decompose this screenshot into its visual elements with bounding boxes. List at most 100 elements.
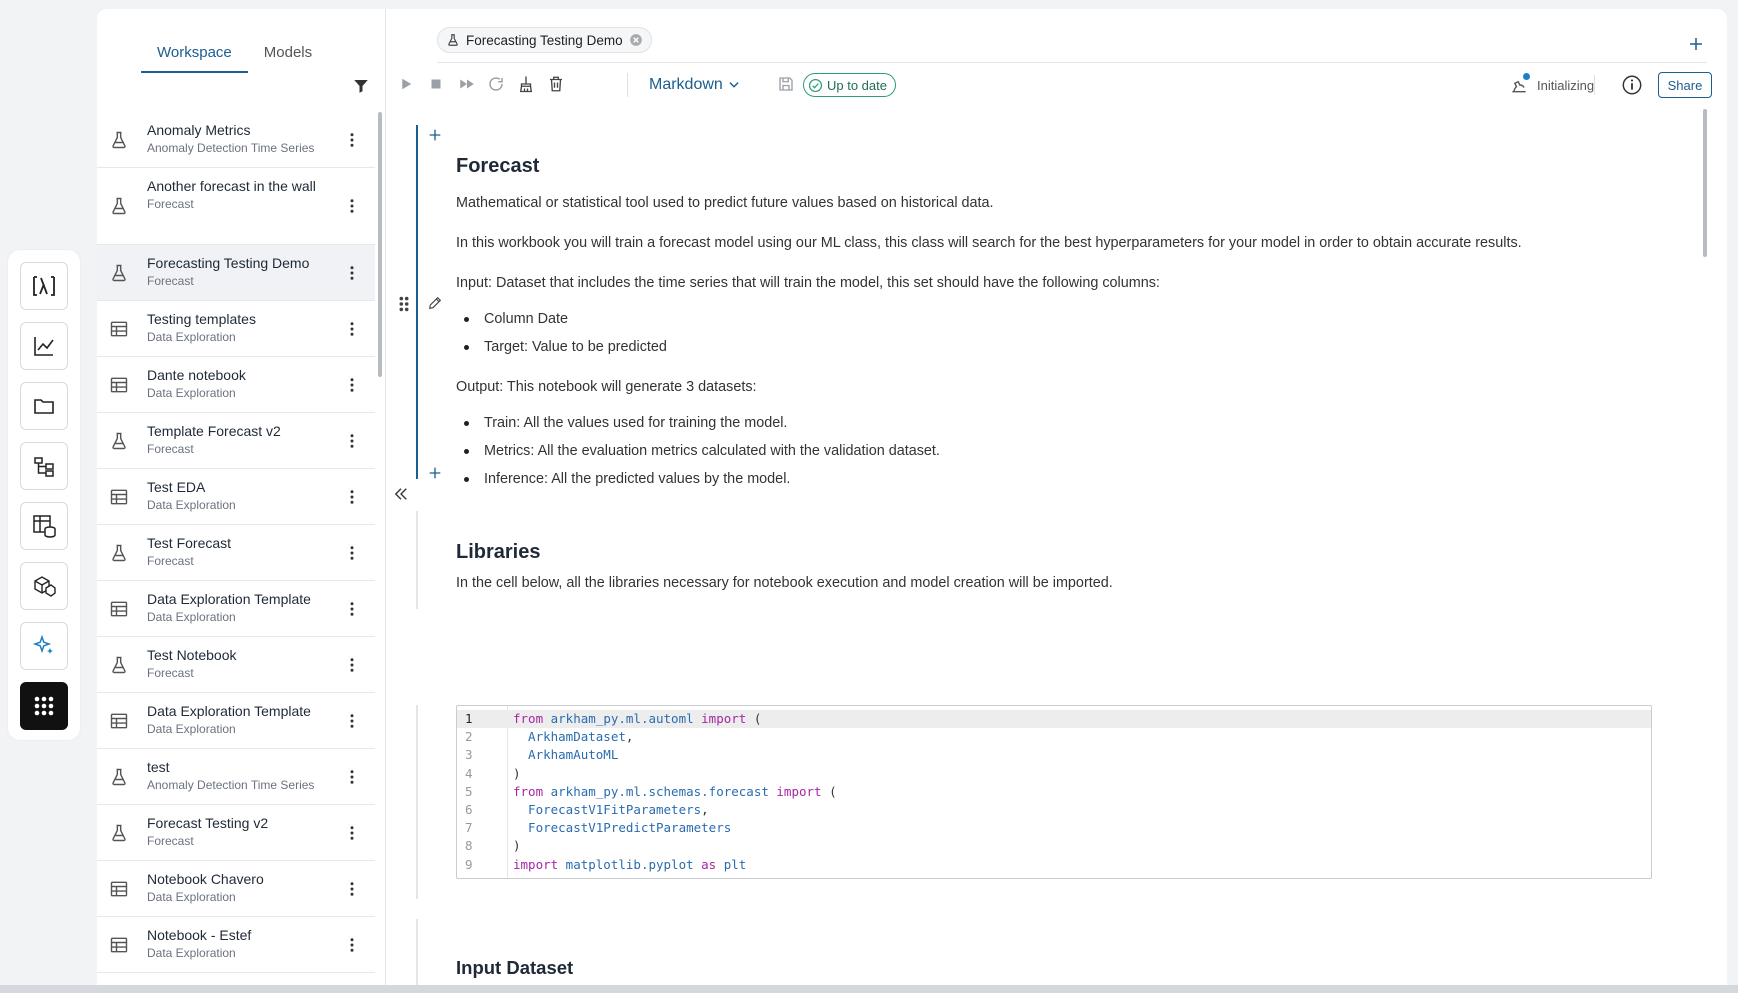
list-item[interactable]: Template Forecast v2 Forecast bbox=[97, 413, 375, 469]
list-item-text: Testing templates Data Exploration bbox=[147, 309, 327, 345]
sparkle-icon[interactable] bbox=[20, 622, 68, 670]
more-options-icon[interactable] bbox=[343, 131, 361, 149]
list-item[interactable]: Anomaly Metrics Anomaly Detection Time Se… bbox=[97, 112, 375, 168]
list-item[interactable]: Test Notebook Forecast bbox=[97, 637, 375, 693]
cubes-icon[interactable] bbox=[20, 562, 68, 610]
more-options-icon[interactable] bbox=[343, 656, 361, 674]
list-item-subtitle: Forecast bbox=[147, 834, 194, 848]
list-item-subtitle: Data Exploration bbox=[147, 722, 236, 736]
list-item[interactable]: Dante notebook Data Exploration bbox=[97, 357, 375, 413]
more-options-icon[interactable] bbox=[343, 376, 361, 394]
table-icon bbox=[109, 319, 129, 339]
more-options-icon[interactable] bbox=[343, 936, 361, 954]
list-item-title: Another forecast in the wall bbox=[147, 178, 316, 194]
status-badge: Up to date bbox=[803, 73, 896, 97]
list-item[interactable]: test Anomaly Detection Time Series bbox=[97, 749, 375, 805]
list-item-subtitle: Data Exploration bbox=[147, 330, 236, 344]
list-item[interactable]: Test Forecast Forecast bbox=[97, 525, 375, 581]
grid-dots-icon[interactable] bbox=[20, 682, 68, 730]
edit-pencil-icon[interactable] bbox=[427, 295, 445, 313]
input-dataset-heading: Input Dataset bbox=[456, 957, 574, 978]
list-item-subtitle: Forecast bbox=[147, 197, 194, 211]
cell-type-select[interactable]: Markdown bbox=[649, 73, 741, 97]
notebook-tab[interactable]: Forecasting Testing Demo bbox=[437, 27, 652, 53]
list-item[interactable]: Data Exploration Template Data Exploratio… bbox=[97, 693, 375, 749]
line-number: 1 bbox=[465, 711, 473, 726]
list-item[interactable]: Another forecast in the wall Forecast bbox=[97, 168, 375, 245]
list-item-subtitle: Forecast bbox=[147, 274, 194, 288]
more-options-icon[interactable] bbox=[343, 768, 361, 786]
list-item-subtitle: Data Exploration bbox=[147, 386, 236, 400]
sidebar-scrollbar[interactable] bbox=[378, 112, 382, 377]
list-item-text: test Anomaly Detection Time Series bbox=[147, 757, 327, 793]
stop-icon[interactable] bbox=[427, 75, 447, 95]
code-line: 2 ArkhamDataset, bbox=[457, 728, 1651, 746]
run-all-icon[interactable] bbox=[457, 75, 477, 95]
run-icon[interactable] bbox=[397, 75, 417, 95]
drag-handle-icon[interactable] bbox=[397, 295, 415, 313]
filter-icon[interactable] bbox=[352, 77, 372, 97]
markdown-cell-forecast[interactable]: Forecast Mathematical or statistical too… bbox=[456, 153, 1636, 497]
info-icon[interactable] bbox=[1621, 74, 1643, 96]
tab-workspace[interactable]: Workspace bbox=[141, 33, 248, 73]
more-options-icon[interactable] bbox=[343, 432, 361, 450]
kernel-status-text: Initializing bbox=[1537, 77, 1595, 93]
save-icon[interactable] bbox=[777, 75, 797, 95]
list-item-text: Test Notebook Forecast bbox=[147, 645, 327, 681]
clean-broom-icon[interactable] bbox=[517, 75, 537, 95]
libraries-paragraph: In the cell below, all the libraries nec… bbox=[456, 575, 1113, 591]
list-item[interactable]: Forecast Testing v2 Forecast bbox=[97, 805, 375, 861]
code-line: 1 from arkham_py.ml.automl import ( bbox=[457, 710, 1651, 729]
new-tab-plus-icon[interactable] bbox=[1687, 35, 1705, 53]
list-item[interactable]: Testing templates Data Exploration bbox=[97, 301, 375, 357]
more-options-icon[interactable] bbox=[343, 600, 361, 618]
list-item-title: Forecasting Testing Demo bbox=[147, 255, 310, 271]
status-text: Up to date bbox=[827, 77, 887, 93]
list-item-text: Forecast Testing v2 Forecast bbox=[147, 813, 327, 849]
restart-icon[interactable] bbox=[487, 75, 507, 95]
list-item[interactable]: Forecasting Testing Demo Forecast bbox=[97, 245, 375, 301]
flask-icon bbox=[109, 543, 129, 563]
table-icon bbox=[109, 711, 129, 731]
folder-icon[interactable] bbox=[20, 382, 68, 430]
add-cell-below-icon[interactable] bbox=[427, 465, 445, 483]
list-item[interactable]: Notebook - Estef Data Exploration bbox=[97, 917, 375, 973]
forecast-paragraph-1: Mathematical or statistical tool used to… bbox=[456, 195, 994, 211]
line-chart-icon[interactable] bbox=[20, 322, 68, 370]
line-number: 3 bbox=[465, 747, 473, 763]
share-button[interactable]: Share bbox=[1658, 72, 1712, 98]
delete-icon[interactable] bbox=[547, 75, 567, 95]
lambda-logo-icon[interactable] bbox=[20, 262, 68, 310]
markdown-cell-input-dataset[interactable]: Input Dataset bbox=[456, 955, 1636, 981]
more-options-icon[interactable] bbox=[343, 320, 361, 338]
code-line: 4) bbox=[457, 765, 1651, 783]
line-number: 9 bbox=[465, 856, 473, 872]
content-scrollbar[interactable] bbox=[1703, 109, 1707, 257]
more-options-icon[interactable] bbox=[343, 712, 361, 730]
add-cell-above-icon[interactable] bbox=[427, 127, 445, 145]
more-options-icon[interactable] bbox=[343, 880, 361, 898]
table-database-icon[interactable] bbox=[20, 502, 68, 550]
line-number: 8 bbox=[465, 838, 473, 854]
kernel-icon bbox=[1509, 73, 1530, 95]
more-options-icon[interactable] bbox=[343, 264, 361, 282]
flow-icon[interactable] bbox=[20, 442, 68, 490]
list-item[interactable]: Notebook Chavero Data Exploration bbox=[97, 861, 375, 917]
code-editor[interactable]: 1 from arkham_py.ml.automl import (2 Arkh… bbox=[456, 705, 1652, 879]
list-item-subtitle: Anomaly Detection Time Series bbox=[147, 778, 315, 792]
more-options-icon[interactable] bbox=[343, 544, 361, 562]
markdown-cell-libraries[interactable]: Libraries In the cell below, all the lib… bbox=[456, 539, 1636, 593]
more-options-icon[interactable] bbox=[343, 824, 361, 842]
tab-models[interactable]: Models bbox=[248, 33, 328, 73]
list-item-subtitle: Forecast bbox=[147, 554, 194, 568]
list-item-text: Dante notebook Data Exploration bbox=[147, 365, 327, 401]
bottom-bar bbox=[0, 985, 1738, 993]
more-options-icon[interactable] bbox=[343, 488, 361, 506]
list-item[interactable]: Test EDA Data Exploration bbox=[97, 469, 375, 525]
code-line: 5 from arkham_py.ml.schemas.forecast impo… bbox=[457, 783, 1651, 801]
close-tab-icon[interactable] bbox=[629, 33, 643, 47]
more-options-icon[interactable] bbox=[343, 197, 361, 215]
list-item-subtitle: Data Exploration bbox=[147, 946, 236, 960]
list-item: Metrics: All the evaluation metrics calc… bbox=[456, 441, 1636, 469]
list-item[interactable]: Data Exploration Template Data Exploratio… bbox=[97, 581, 375, 637]
